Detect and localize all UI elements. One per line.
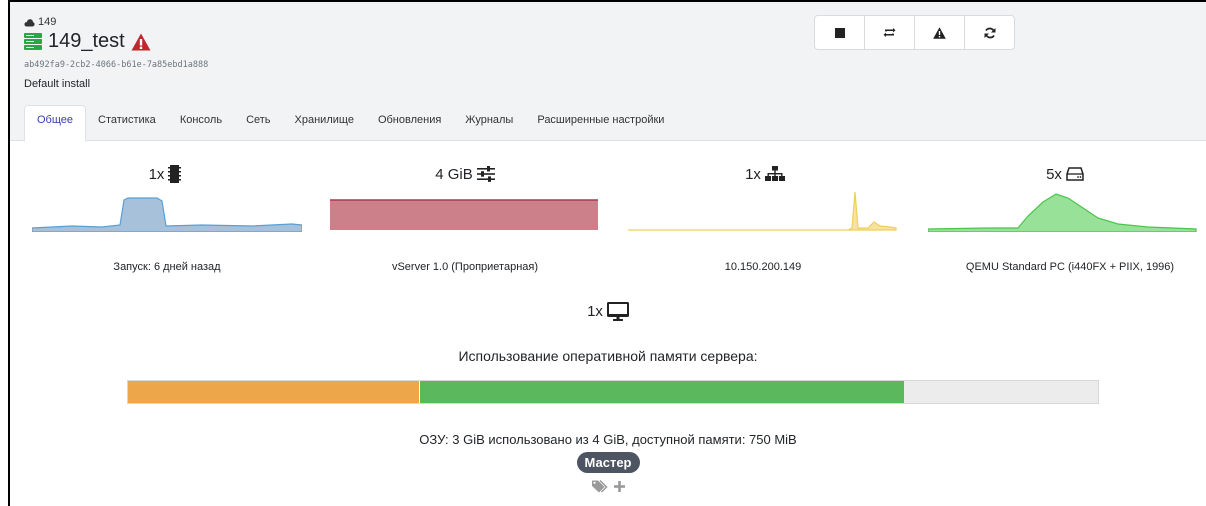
- disk-count: 5x: [1046, 165, 1062, 183]
- monitor-icon: [606, 302, 629, 321]
- tab-stats[interactable]: Статистика: [86, 105, 168, 142]
- tab-network[interactable]: Сеть: [234, 105, 282, 142]
- memory-stat: 4 GiB: [330, 162, 600, 186]
- restart-icon: [883, 28, 896, 37]
- tab-console[interactable]: Консоль: [168, 105, 234, 142]
- cpu-count: 1x: [148, 165, 165, 183]
- stop-icon: [834, 27, 845, 38]
- network-caption: 10.150.200.149: [724, 261, 802, 273]
- network-sparkline: [628, 191, 897, 231]
- hdd-icon: [1066, 167, 1084, 181]
- tab-advanced[interactable]: Расширенные настройки: [525, 105, 676, 142]
- vm-header: 149 149_test ab492fa9-2cb2-4066-b61e-7a8…: [10, 2, 1206, 142]
- vm-description[interactable]: Default install: [24, 78, 90, 90]
- tab-bar: Общее Статистика Консоль Сеть Хранилище …: [24, 105, 676, 142]
- stop-button[interactable]: [814, 15, 865, 50]
- sliders-icon: [476, 166, 495, 182]
- vm-title: 149_test: [24, 30, 151, 53]
- memory-usage-title: Использование оперативной памяти сервера…: [458, 348, 758, 364]
- disk-stat: 5x: [930, 162, 1200, 186]
- network-count: 1x: [745, 165, 761, 183]
- network-icon: [764, 166, 785, 181]
- vm-page: 149 149_test ab492fa9-2cb2-4066-b61e-7a8…: [8, 0, 1206, 506]
- cpu-chip-icon: [168, 165, 182, 183]
- tab-updates[interactable]: Обновления: [366, 105, 453, 142]
- restart-button[interactable]: [864, 15, 915, 50]
- warning-icon[interactable]: [131, 33, 151, 51]
- pool-link[interactable]: 149: [24, 16, 56, 28]
- tags-icon[interactable]: [591, 480, 610, 493]
- memory-count: 4 GiB: [435, 165, 473, 183]
- tab-logs[interactable]: Журналы: [453, 105, 525, 142]
- cpu-stat: 1x: [30, 162, 300, 186]
- memory-usage-bar: [127, 380, 1099, 404]
- cpu-caption: Запуск: 6 дней назад: [113, 261, 221, 273]
- plus-icon[interactable]: [613, 481, 625, 492]
- refresh-button[interactable]: [964, 15, 1015, 50]
- vm-uuid: ab492fa9-2cb2-4066-b61e-7a85ebd1a888: [24, 60, 209, 70]
- force-warning-icon: [933, 26, 946, 39]
- tab-general[interactable]: Общее: [24, 105, 87, 142]
- tab-storage[interactable]: Хранилище: [283, 105, 366, 142]
- force-action-button[interactable]: [914, 15, 965, 50]
- pool-label: 149: [38, 16, 57, 28]
- display-stat: 1x: [10, 302, 1206, 321]
- server-running-icon: [24, 33, 42, 50]
- disk-sparkline: [928, 193, 1197, 232]
- refresh-icon: [984, 27, 995, 38]
- master-badge: Мастер: [576, 452, 640, 473]
- vm-actions: [814, 15, 1015, 50]
- disk-caption: QEMU Standard PC (i440FX + PIIX, 1996): [965, 261, 1175, 273]
- badge-container: Мастер: [10, 452, 1206, 473]
- cloud-icon: [24, 18, 35, 26]
- network-stat: 1x: [630, 162, 900, 186]
- tags-row: [10, 480, 1206, 493]
- vm-name: 149_test: [48, 30, 125, 52]
- memory-used-segment: [128, 381, 419, 403]
- cpu-sparkline: [32, 197, 302, 232]
- memory-available-segment: [419, 381, 904, 403]
- display-count: 1x: [587, 303, 603, 320]
- memory-usage-summary: ОЗУ: 3 GiB использовано из 4 GiB, доступ…: [419, 432, 797, 447]
- memory-sparkline: [330, 199, 598, 230]
- memory-caption: vServer 1.0 (Проприетарная): [391, 261, 539, 273]
